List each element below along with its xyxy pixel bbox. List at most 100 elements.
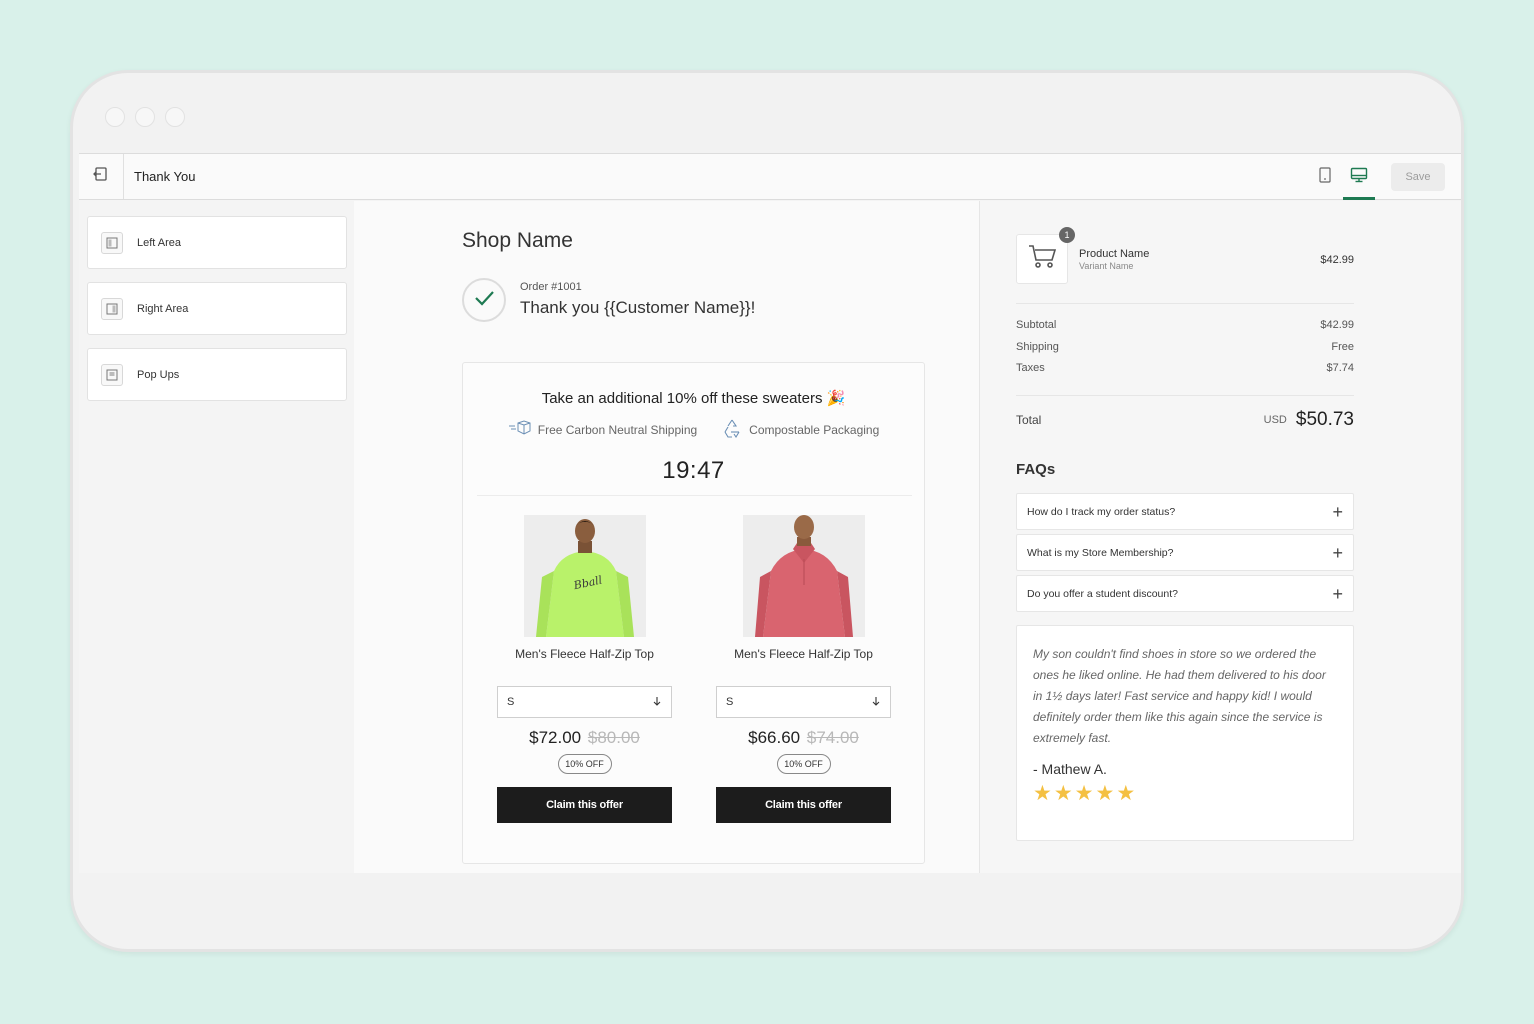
plus-icon: + xyxy=(1332,542,1343,563)
sidebar-item-label: Left Area xyxy=(137,236,182,249)
perk-label: Free Carbon Neutral Shipping xyxy=(537,422,698,437)
product-price: $72.00 $80.00 xyxy=(497,728,672,748)
window-close-dot[interactable] xyxy=(105,107,125,127)
total-label: Total xyxy=(1016,413,1042,427)
star-icon: ★ xyxy=(1033,782,1052,805)
sidebar-item-label: Right Area xyxy=(137,302,189,315)
summary-value: $7.74 xyxy=(1326,362,1354,374)
total-value: USD $50.73 xyxy=(1264,409,1354,431)
sidebar-item-pop-ups[interactable]: Pop Ups xyxy=(87,348,347,401)
summary-value: $42.99 xyxy=(1320,319,1354,331)
offer-perks: Free Carbon Neutral Shipping Compostable… xyxy=(463,417,924,442)
right-layout-icon xyxy=(101,297,123,320)
summary-label: Taxes xyxy=(1016,362,1045,374)
perk-shipping: Free Carbon Neutral Shipping xyxy=(508,417,697,442)
faq-question: Do you offer a student discount? xyxy=(1027,587,1178,600)
window-maximize-dot[interactable] xyxy=(165,107,185,127)
size-value: S xyxy=(507,696,515,708)
arrow-down-icon xyxy=(652,696,662,709)
line-item-name: Product Name xyxy=(1079,248,1150,260)
faq-item[interactable]: What is my Store Membership? + xyxy=(1016,534,1354,571)
line-item-price: $42.99 xyxy=(1320,254,1354,266)
product-image[interactable] xyxy=(742,515,865,637)
faq-question: What is my Store Membership? xyxy=(1027,546,1174,559)
product-thumbnail: 1 xyxy=(1016,227,1075,284)
upsell-offer-card: Take an additional 10% off these sweater… xyxy=(462,362,925,864)
shipping-box-icon xyxy=(508,420,532,439)
discount-badge: 10% OFF xyxy=(557,754,612,774)
sidebar-item-right-area[interactable]: Right Area xyxy=(87,282,347,335)
summary-value: Free xyxy=(1331,340,1354,353)
desktop-view-button[interactable] xyxy=(1349,167,1369,187)
line-item-variant: Variant Name xyxy=(1079,261,1134,271)
window-minimize-dot[interactable] xyxy=(135,107,155,127)
quantity-badge: 1 xyxy=(1059,227,1075,243)
total-amount: $50.73 xyxy=(1295,409,1354,430)
claim-offer-button[interactable]: Claim this offer xyxy=(716,787,891,823)
summary-label: Shipping xyxy=(1016,340,1059,353)
cart-icon xyxy=(1028,244,1057,275)
summary-label: Subtotal xyxy=(1016,319,1057,331)
star-rating: ★ ★ ★ ★ ★ xyxy=(1033,783,1337,804)
star-icon: ★ xyxy=(1095,782,1115,805)
review-text: My son couldn't find shoes in store so w… xyxy=(1033,647,1326,745)
page-preview: Shop Name Order #1001 Thank you {{Custom… xyxy=(354,201,1461,873)
perk-packaging: Compostable Packaging xyxy=(721,417,879,442)
cart-line-item: 1 Product Name Variant Name $42.99 xyxy=(1016,227,1354,304)
mobile-icon xyxy=(1318,166,1332,188)
arrow-down-icon xyxy=(871,696,881,709)
sidebar-item-left-area[interactable]: Left Area xyxy=(87,216,347,269)
order-total: Total USD $50.73 xyxy=(1016,409,1354,431)
faq-heading: FAQs xyxy=(1016,461,1056,478)
offer-title: Take an additional 10% off these sweater… xyxy=(541,390,846,407)
star-icon: ★ xyxy=(1074,782,1094,805)
countdown-timer: 19:47 xyxy=(662,457,725,484)
perk-label: Compostable Packaging xyxy=(749,422,880,437)
save-button[interactable]: Save xyxy=(1391,163,1445,191)
size-value: S xyxy=(726,696,734,708)
shop-name: Shop Name xyxy=(462,229,573,252)
page-title: Thank You xyxy=(134,169,196,184)
recycle-icon xyxy=(721,417,743,442)
customer-review-card: My son couldn't find shoes in store so w… xyxy=(1016,625,1354,841)
order-number: Order #1001 xyxy=(520,281,582,293)
exit-icon xyxy=(93,166,109,187)
sale-price: $66.60 xyxy=(748,728,801,747)
product-name: Men's Fleece Half-Zip Top xyxy=(515,647,654,661)
size-select[interactable]: S xyxy=(497,686,672,718)
editor-app: Thank You Save Left Area Right Area Pop … xyxy=(79,153,1461,873)
desktop-icon xyxy=(1350,167,1368,188)
original-price: $80.00 xyxy=(587,728,640,747)
checkmark-icon xyxy=(473,289,495,312)
review-author: - Mathew A. xyxy=(1033,761,1107,777)
faq-question: How do I track my order status? xyxy=(1027,505,1176,518)
divider xyxy=(1016,395,1354,396)
product-name: Men's Fleece Half-Zip Top xyxy=(734,647,873,661)
faq-item[interactable]: How do I track my order status? + xyxy=(1016,493,1354,530)
claim-offer-button[interactable]: Claim this offer xyxy=(497,787,672,823)
summary-row-subtotal: Subtotal $42.99 xyxy=(1016,319,1354,341)
editor-topbar: Thank You Save xyxy=(79,153,1461,200)
size-select[interactable]: S xyxy=(716,686,891,718)
browser-window: Thank You Save Left Area Right Area Pop … xyxy=(70,70,1464,952)
summary-row-shipping: Shipping Free xyxy=(1016,341,1354,363)
faq-list: How do I track my order status? + What i… xyxy=(1016,493,1354,616)
offer-product-2: Men's Fleece Half-Zip Top S $66.60 $74.0… xyxy=(716,515,891,823)
plus-icon: + xyxy=(1332,501,1343,522)
order-summary-column: 1 Product Name Variant Name $42.99 Subto… xyxy=(979,201,1461,873)
sidebar-item-label: Pop Ups xyxy=(137,368,180,381)
offer-product-1: Bball Men's Fleece Half-Zip Top S $72.00 xyxy=(497,515,672,823)
product-image[interactable]: Bball xyxy=(523,515,646,637)
mobile-view-button[interactable] xyxy=(1315,166,1335,188)
plus-icon: + xyxy=(1332,583,1343,604)
star-icon: ★ xyxy=(1116,782,1136,805)
faq-item[interactable]: Do you offer a student discount? + xyxy=(1016,575,1354,612)
summary-row-taxes: Taxes $7.74 xyxy=(1016,362,1354,384)
left-layout-icon xyxy=(101,231,123,254)
currency-code: USD xyxy=(1263,414,1287,426)
order-confirmed-badge xyxy=(462,278,506,322)
discount-badge: 10% OFF xyxy=(776,754,831,774)
star-icon: ★ xyxy=(1053,782,1073,805)
exit-button[interactable] xyxy=(79,154,124,199)
window-controls xyxy=(105,107,185,127)
